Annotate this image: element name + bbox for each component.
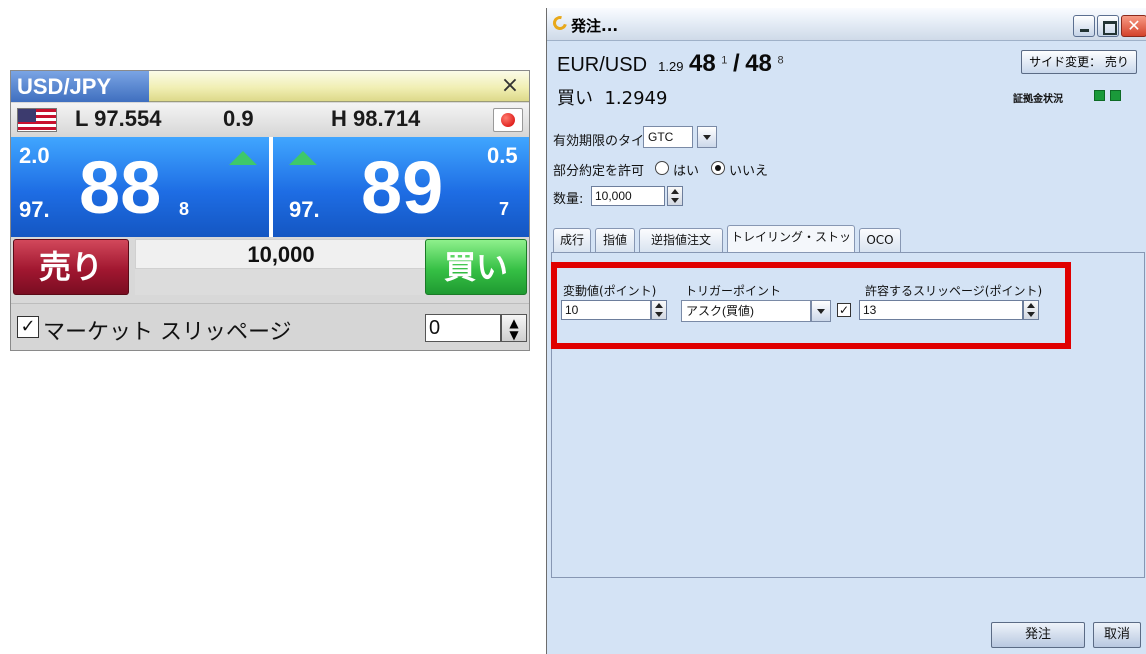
variation-field[interactable]: 10 bbox=[561, 300, 651, 320]
app-logo-icon bbox=[550, 13, 570, 33]
quantity-label: 数量: bbox=[553, 192, 584, 207]
bid-big-figure: 88 bbox=[79, 146, 162, 229]
margin-indicator-icon bbox=[1110, 90, 1121, 101]
dialog-titlebar: 発注... ✕ bbox=[547, 8, 1146, 41]
usdjpy-rate-panel: USD/JPY × L 97.554 0.9 H 98.714 2.0 97. … bbox=[10, 70, 530, 351]
bid-price: 48 bbox=[689, 50, 716, 77]
chevron-down-icon[interactable] bbox=[811, 300, 831, 322]
price-header: EUR/USD 1.29 48 1 / 48 8 bbox=[557, 50, 784, 78]
tab-limit[interactable]: 指値 bbox=[595, 228, 635, 252]
order-side-price: 1.2949 bbox=[604, 88, 668, 109]
market-slippage-checkbox[interactable]: ✓ bbox=[17, 316, 39, 338]
market-slippage-input[interactable]: 0 bbox=[425, 314, 501, 342]
japan-flag-icon bbox=[493, 108, 523, 132]
trend-up-icon bbox=[289, 151, 317, 165]
quantity-stepper[interactable] bbox=[667, 186, 683, 206]
margin-indicator-icon bbox=[1094, 90, 1105, 101]
rate-panel-titlebar: USD/JPY × bbox=[11, 71, 529, 102]
quantity-field[interactable]: 10,000 bbox=[591, 186, 665, 206]
partial-fill-no-radio[interactable] bbox=[711, 161, 725, 175]
maximize-icon[interactable] bbox=[1097, 15, 1119, 37]
ask-big-figure: 89 bbox=[361, 146, 444, 229]
market-slippage-row: ✓ マーケット スリッページ 0 ▲ ▼ bbox=[11, 303, 529, 350]
margin-status-label: 証拠金状況 bbox=[1013, 94, 1063, 105]
tab-stop[interactable]: 逆指値注文 bbox=[639, 228, 723, 252]
partial-fill-yes-radio[interactable] bbox=[655, 161, 669, 175]
slippage-checkbox[interactable]: ✓ bbox=[837, 303, 851, 317]
side-change-button[interactable]: サイド変更： 売り bbox=[1021, 50, 1137, 74]
bid-pipette: 8 bbox=[179, 199, 190, 219]
variation-label: 変動値(ポイント) bbox=[563, 284, 657, 298]
side-line: 買い 1.2949 bbox=[557, 84, 667, 110]
slippage-field[interactable]: 13 bbox=[859, 300, 1023, 320]
bid-pipette: 1 bbox=[721, 54, 728, 67]
currency-pair-label: USD/JPY bbox=[11, 71, 149, 102]
tab-divider bbox=[551, 252, 1145, 253]
submit-order-button[interactable]: 発注 bbox=[991, 622, 1085, 648]
rate-info-bar: L 97.554 0.9 H 98.714 bbox=[11, 103, 529, 137]
ask-change: 0.5 bbox=[487, 143, 518, 168]
market-slippage-stepper[interactable]: ▲ ▼ bbox=[501, 314, 527, 342]
price-prefix: 1.29 bbox=[658, 59, 684, 74]
buy-button[interactable]: 買い bbox=[425, 239, 527, 295]
trigger-select[interactable]: アスク(買値) bbox=[681, 300, 811, 322]
tab-market[interactable]: 成行 bbox=[553, 228, 591, 252]
low-price: L 97.554 bbox=[75, 106, 162, 131]
order-side: 買い bbox=[557, 88, 593, 109]
trend-up-icon bbox=[229, 151, 257, 165]
slippage-stepper[interactable] bbox=[1023, 300, 1039, 320]
amount-bar bbox=[135, 269, 427, 295]
partial-fill-yes-label: はい bbox=[673, 164, 700, 179]
bid-prefix: 97. bbox=[19, 197, 50, 222]
minimize-icon[interactable] bbox=[1073, 15, 1095, 37]
slippage-label: 許容するスリッページ(ポイント) bbox=[865, 284, 1043, 298]
dialog-title: 発注... bbox=[571, 17, 619, 35]
bid-change: 2.0 bbox=[19, 143, 50, 168]
ask-prefix: 97. bbox=[289, 197, 320, 222]
us-flag-icon bbox=[17, 108, 57, 132]
order-dialog: 発注... ✕ EUR/USD 1.29 48 1 / 48 8 サイド変更： … bbox=[546, 8, 1146, 654]
sell-button[interactable]: 売り bbox=[13, 239, 129, 295]
bid-quote[interactable]: 2.0 97. 88 8 bbox=[11, 137, 269, 237]
close-icon[interactable]: ✕ bbox=[1121, 15, 1146, 37]
chevron-down-icon[interactable] bbox=[697, 126, 717, 148]
tab-oco[interactable]: OCO bbox=[859, 228, 901, 252]
trade-amount[interactable]: 10,000 bbox=[135, 239, 427, 269]
high-price: H 98.714 bbox=[331, 106, 421, 131]
partial-fill-no-label: いいえ bbox=[729, 164, 769, 179]
tab-trailing-stop[interactable]: トレイリング・ストップ bbox=[727, 225, 855, 266]
market-slippage-label: マーケット スリッページ bbox=[43, 320, 292, 345]
ask-quote[interactable]: 97. 89 0.5 7 bbox=[273, 137, 529, 237]
spread-value: 0.9 bbox=[223, 106, 254, 131]
ask-price: 48 bbox=[745, 50, 772, 77]
ask-pipette: 8 bbox=[777, 54, 784, 67]
cancel-button[interactable]: 取消 bbox=[1093, 622, 1141, 648]
close-icon[interactable]: × bbox=[497, 73, 523, 99]
partial-fill-label: 部分約定を許可 bbox=[553, 164, 645, 179]
price-separator: / bbox=[732, 50, 740, 77]
ask-pipette: 7 bbox=[499, 199, 510, 219]
variation-stepper[interactable] bbox=[651, 300, 667, 320]
trigger-label: トリガーポイント bbox=[685, 284, 782, 298]
expiry-select[interactable]: GTC bbox=[643, 126, 693, 148]
stepper-arrows-icon: ▲ ▼ bbox=[509, 316, 519, 342]
dialog-pair: EUR/USD bbox=[557, 54, 648, 76]
